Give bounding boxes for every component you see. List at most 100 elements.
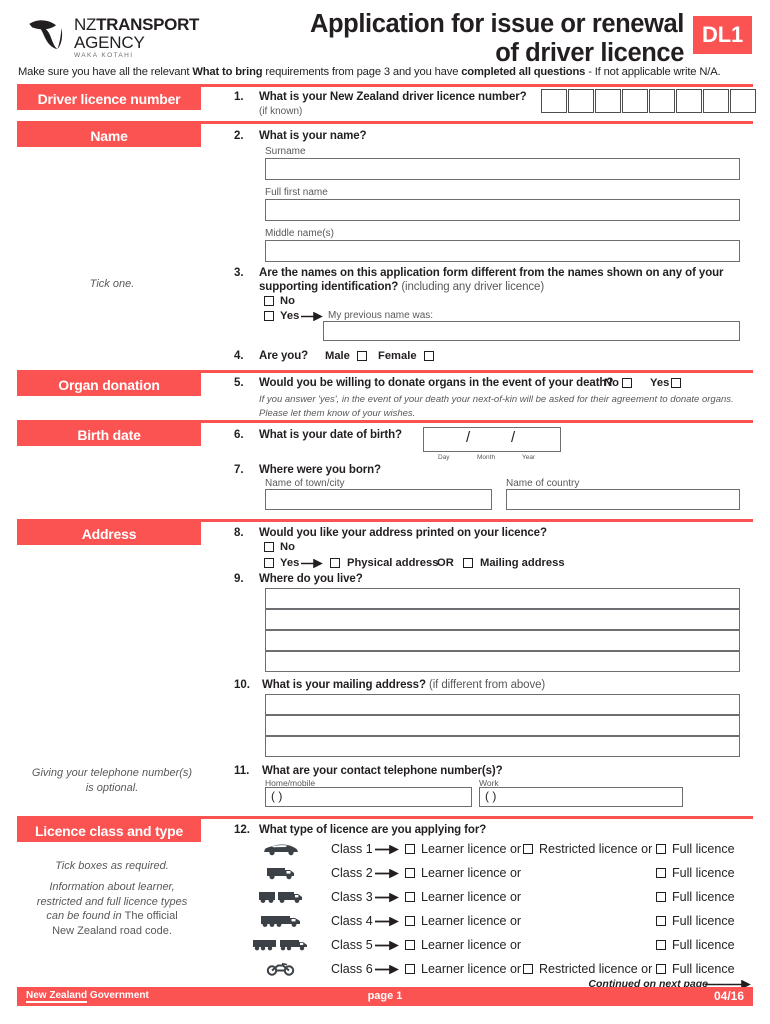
q8-yes-checkbox[interactable] xyxy=(264,558,274,568)
q11-number: 11. xyxy=(234,765,250,777)
town-city-input[interactable] xyxy=(265,489,492,510)
q8-mailing-checkbox[interactable] xyxy=(463,558,473,568)
class-1-arrow-icon xyxy=(375,845,399,854)
class-5-full-checkbox[interactable] xyxy=(656,940,666,950)
class-4-arrow-icon xyxy=(375,917,399,926)
dob-month-caption: Month xyxy=(477,454,496,461)
class-1-full-label: Full licence xyxy=(672,842,735,856)
q3-no-checkbox[interactable] xyxy=(264,296,274,306)
q3-yes-checkbox[interactable] xyxy=(264,311,274,321)
mailing-address-line-1[interactable] xyxy=(265,694,740,715)
q12-text: What type of licence are you applying fo… xyxy=(259,824,487,836)
q4-number: 4. xyxy=(234,350,244,362)
first-name-input[interactable] xyxy=(265,199,740,221)
class-6-learner-checkbox[interactable] xyxy=(405,964,415,974)
class-4-full-label: Full licence xyxy=(672,914,735,928)
class-4-label: Class 4 xyxy=(331,914,373,928)
class-3-learner-label: Learner licence or xyxy=(421,890,522,904)
licence-char-2[interactable] xyxy=(568,89,594,113)
q5-no-checkbox[interactable] xyxy=(622,378,632,388)
date-of-birth-input[interactable] xyxy=(423,427,561,452)
home-address-line-2[interactable] xyxy=(265,609,740,630)
licence-char-7[interactable] xyxy=(703,89,729,113)
logo-nz: NZ xyxy=(74,15,97,34)
surname-input[interactable] xyxy=(265,158,740,180)
class-2-learner-checkbox[interactable] xyxy=(405,868,415,878)
q8-physical-checkbox[interactable] xyxy=(330,558,340,568)
class-6-full-label: Full licence xyxy=(672,962,735,976)
class-6-learner-label: Learner licence or xyxy=(421,962,522,976)
class-2-arrow-icon xyxy=(375,869,399,878)
q3-previous-name-input[interactable] xyxy=(323,321,740,341)
logo-transport: TRANSPORT xyxy=(96,15,200,34)
class-6-full-checkbox[interactable] xyxy=(656,964,666,974)
q10-text-bold: What is your mailing address? xyxy=(262,679,426,691)
q3-text-line2: supporting identification? (including an… xyxy=(259,281,544,293)
middle-name-input[interactable] xyxy=(265,240,740,262)
form-version: 04/16 xyxy=(713,989,744,1003)
q8-text: Would you like your address printed on y… xyxy=(259,527,547,539)
mailing-address-line-3[interactable] xyxy=(265,736,740,757)
work-phone-input[interactable] xyxy=(479,787,683,807)
q9-text: Where do you live? xyxy=(259,573,363,585)
q8-no-checkbox[interactable] xyxy=(264,542,274,552)
class-6-restricted-checkbox[interactable] xyxy=(523,964,533,974)
licence-char-5[interactable] xyxy=(649,89,675,113)
q3-arrow-icon xyxy=(301,312,323,321)
dob-separator-2: / xyxy=(511,429,516,446)
class-1-restricted-checkbox[interactable] xyxy=(523,844,533,854)
class-4-learner-label: Learner licence or xyxy=(421,914,522,928)
section-header-birth: Birth date xyxy=(17,423,201,446)
home-address-line-4[interactable] xyxy=(265,651,740,672)
q1-hint: (if known) xyxy=(259,106,303,117)
class-1-full-checkbox[interactable] xyxy=(656,844,666,854)
q7-number: 7. xyxy=(234,464,244,476)
mailing-address-line-2[interactable] xyxy=(265,715,740,736)
class-3-full-checkbox[interactable] xyxy=(656,892,666,902)
page-title-line1: Application for issue or renewal xyxy=(309,10,684,38)
section-header-name: Name xyxy=(17,124,201,147)
home-address-line-1[interactable] xyxy=(265,588,740,609)
q5-note: If you answer 'yes', in the event of you… xyxy=(259,393,749,421)
q4-male-checkbox[interactable] xyxy=(357,351,367,361)
home-mobile-input[interactable] xyxy=(265,787,472,807)
class-6-restricted-label: Restricted licence or xyxy=(539,962,653,976)
class-5-learner-checkbox[interactable] xyxy=(405,940,415,950)
class-5-full-label: Full licence xyxy=(672,938,735,952)
licence-char-1[interactable] xyxy=(541,89,567,113)
q4-female-checkbox[interactable] xyxy=(424,351,434,361)
section-header-address: Address xyxy=(17,522,201,545)
first-name-label: Full first name xyxy=(265,187,328,198)
q5-yes-checkbox[interactable] xyxy=(671,378,681,388)
licence-char-8[interactable] xyxy=(730,89,756,113)
licence-char-4[interactable] xyxy=(622,89,648,113)
q4-text: Are you? xyxy=(259,350,309,362)
class-2-full-checkbox[interactable] xyxy=(656,868,666,878)
licence-info-line3: can be found in The official xyxy=(8,909,216,924)
class-3-learner-checkbox[interactable] xyxy=(405,892,415,902)
class-5-learner-label: Learner licence or xyxy=(421,938,522,952)
q11-text: What are your contact telephone number(s… xyxy=(262,765,503,777)
licence-number-boxes[interactable] xyxy=(541,89,756,113)
class-4-full-checkbox[interactable] xyxy=(656,916,666,926)
licence-info-line1: Information about learner, xyxy=(49,881,175,893)
licence-char-6[interactable] xyxy=(676,89,702,113)
instruction-part-a: Make sure you have all the relevant xyxy=(18,66,193,78)
q5-yes-label: Yes xyxy=(650,377,670,389)
country-input[interactable] xyxy=(506,489,740,510)
licence-info-line3b: The official xyxy=(124,910,178,923)
class-4-learner-checkbox[interactable] xyxy=(405,916,415,926)
class-2-learner-label: Learner licence or xyxy=(421,866,522,880)
home-address-line-3[interactable] xyxy=(265,630,740,651)
q8-arrow-icon xyxy=(301,559,323,568)
class-1-learner-checkbox[interactable] xyxy=(405,844,415,854)
q3-no-label: No xyxy=(280,295,295,307)
page-header: NZTRANSPORT AGENCY WAKA KOTAHI Applicati… xyxy=(0,0,770,68)
q3-text-line2-bold: supporting identification? xyxy=(259,281,399,293)
q1-text: What is your New Zealand driver licence … xyxy=(259,91,527,103)
class-6-label: Class 6 xyxy=(331,962,373,976)
q8-number: 8. xyxy=(234,527,244,539)
licence-char-3[interactable] xyxy=(595,89,621,113)
q3-number: 3. xyxy=(234,267,244,279)
nzta-logo: NZTRANSPORT AGENCY WAKA KOTAHI xyxy=(28,14,199,60)
